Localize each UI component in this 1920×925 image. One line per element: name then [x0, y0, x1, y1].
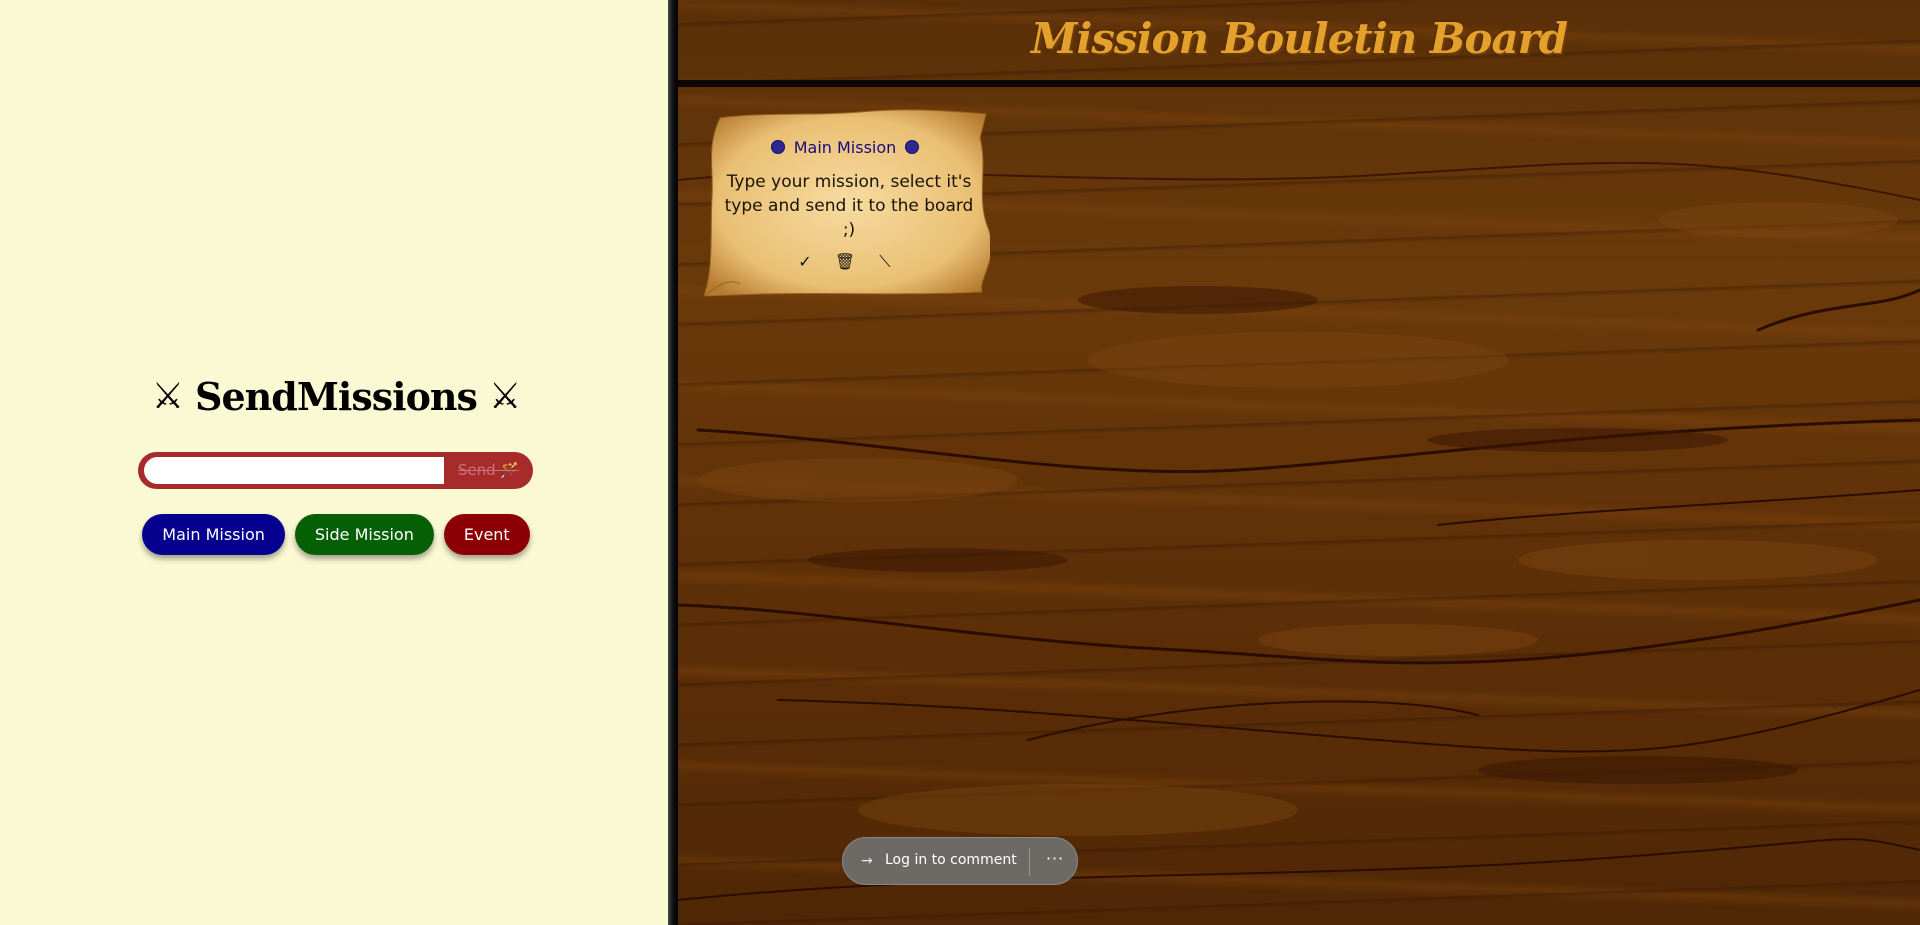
- event-button[interactable]: Event: [443, 514, 530, 555]
- side-mission-button[interactable]: Side Mission: [294, 514, 434, 555]
- compass-icon: [905, 140, 920, 154]
- crossed-swords-left-icon: ⚔: [151, 376, 184, 417]
- send-button[interactable]: Send 🪄: [444, 452, 533, 489]
- toolbar-separator: [1029, 848, 1030, 876]
- comment-toolbar: → Log in to comment ···: [842, 837, 1078, 885]
- panel-divider: [668, 0, 678, 925]
- mission-note: Main Mission Type your mission, select i…: [700, 108, 990, 298]
- note-type-label: Main Mission: [700, 138, 990, 157]
- crossed-swords-right-icon: ⚔: [488, 376, 521, 417]
- mission-input[interactable]: [144, 457, 444, 484]
- mission-type-selector: Main Mission Side Mission Event: [0, 514, 672, 555]
- note-text: Type your mission, select it's type and …: [724, 172, 974, 240]
- login-icon: →: [861, 853, 873, 869]
- note-actions: ✓ 🗑 ⟍: [700, 252, 990, 272]
- check-icon[interactable]: ✓: [785, 252, 825, 271]
- compass-icon: [770, 140, 785, 154]
- main-mission-button[interactable]: Main Mission: [142, 514, 285, 555]
- trash-icon[interactable]: 🗑: [825, 252, 865, 271]
- mission-send-form: Send 🪄: [138, 452, 533, 489]
- edit-icon[interactable]: ⟍: [865, 252, 905, 272]
- more-options-icon[interactable]: ···: [1041, 849, 1069, 868]
- login-to-comment-button[interactable]: Log in to comment: [885, 852, 1017, 868]
- compose-title: SendMissions: [195, 374, 478, 419]
- board-title: Mission Bouletin Board: [1030, 14, 1568, 63]
- board-header: Mission Bouletin Board: [678, 0, 1920, 80]
- note-type: Main Mission: [793, 138, 897, 157]
- compose-heading: ⚔ SendMissions ⚔: [0, 370, 672, 419]
- compose-panel: ⚔ SendMissions ⚔ Send 🪄 Main Mission Side …: [0, 0, 672, 925]
- header-rule: [678, 80, 1920, 87]
